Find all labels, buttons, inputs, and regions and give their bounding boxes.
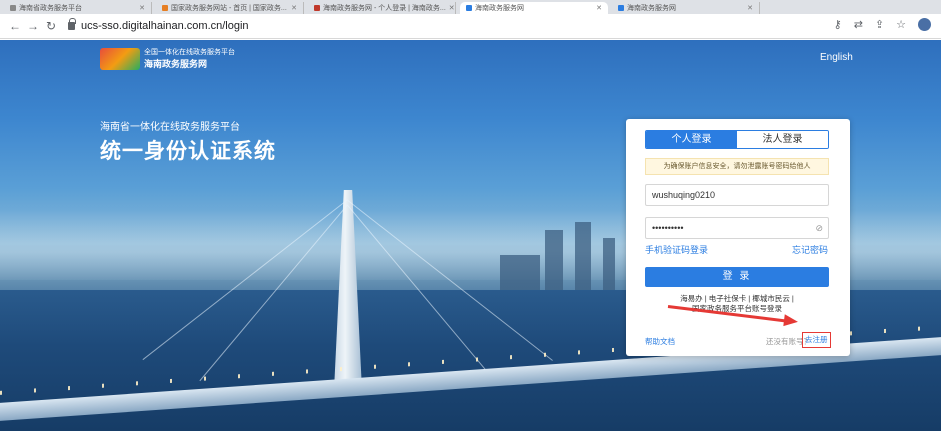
login-page: 全国一体化在线政务服务平台 海南政务服务网 English 海南省一体化在线政务… [0, 40, 941, 431]
login-panel: 个人登录 法人登录 为确保账户信息安全，请勿泄露账号密码给他人 wushuqin… [626, 119, 850, 356]
profile-avatar-icon[interactable] [918, 18, 931, 31]
skyline-building [545, 230, 563, 290]
browser-tab[interactable]: 海南省政务服务平台 ✕ [4, 2, 152, 14]
skyline-building [500, 255, 540, 290]
star-icon[interactable]: ☆ [896, 18, 906, 31]
alt-login-line1[interactable]: 海易办 | 电子社保卡 | 椰城市民云 | [645, 294, 829, 304]
browser-tab-label: 海南政务服务网 - 个人登录 | 海南政务... [323, 5, 446, 12]
browser-tab[interactable]: 海南政务服务网 ✕ [612, 2, 760, 14]
url-text[interactable]: ucs-sso.digitalhainan.com.cn/login [81, 20, 249, 32]
browser-tab-label: 海南省政务服务平台 [19, 5, 82, 12]
back-arrow-icon[interactable]: ← [6, 19, 24, 33]
tab-personal-login[interactable]: 个人登录 [646, 131, 737, 148]
register-link[interactable]: 去注册 [802, 332, 831, 348]
annotation-arrow-head [783, 314, 799, 328]
forward-arrow-icon[interactable]: → [24, 19, 42, 33]
login-button[interactable]: 登 录 [645, 267, 829, 287]
login-type-tabs: 个人登录 法人登录 [645, 130, 829, 149]
favicon-icon [618, 5, 624, 11]
browser-toolbar: ← → ↻ ucs-sso.digitalhainan.com.cn/login… [0, 14, 941, 39]
hero-title: 统一身份认证系统 [100, 140, 276, 163]
forgot-password-link[interactable]: 忘记密码 [792, 243, 828, 256]
close-icon[interactable]: ✕ [291, 4, 297, 12]
favicon-icon [314, 5, 320, 11]
password-value: •••••••••• [652, 223, 684, 233]
skyline-building [575, 222, 591, 290]
logo-line2: 海南政务服务网 [144, 59, 208, 69]
key-icon[interactable]: ⚷ [834, 18, 842, 31]
close-icon[interactable]: ✕ [139, 4, 145, 12]
eye-off-icon[interactable]: ⊘ [815, 218, 823, 238]
favicon-icon [162, 5, 168, 11]
logo-line1: 全国一体化在线政务服务平台 [144, 49, 235, 56]
sms-login-link[interactable]: 手机验证码登录 [645, 243, 708, 256]
alternative-login-options[interactable]: 海易办 | 电子社保卡 | 椰城市民云 | 国家政务服务平台账号登录 [645, 294, 829, 314]
logo-emblem-icon [100, 48, 140, 70]
translate-icon[interactable]: ⇄ [854, 18, 863, 31]
username-field[interactable]: wushuqing0210 [645, 184, 829, 206]
browser-tab[interactable]: 国家政务服务网站 - 首页 | 国家政务... ✕ [156, 2, 304, 14]
skyline-building [603, 238, 615, 290]
browser-tab-active[interactable]: 海南政务服务网 ✕ [460, 2, 608, 14]
help-docs-link[interactable]: 帮助文档 [645, 336, 675, 347]
close-icon[interactable]: ✕ [596, 4, 602, 12]
logo-text: 全国一体化在线政务服务平台 海南政务服务网 [144, 48, 235, 70]
address-bar[interactable]: ucs-sso.digitalhainan.com.cn/login [68, 18, 249, 32]
close-icon[interactable]: ✕ [449, 4, 455, 12]
toolbar-actions: ⚷ ⇄ ⇪ ☆ [834, 18, 931, 31]
favicon-icon [10, 5, 16, 11]
language-switch-link[interactable]: English [820, 52, 853, 63]
share-icon[interactable]: ⇪ [875, 18, 884, 31]
browser-tab-label: 国家政务服务网站 - 首页 | 国家政务... [171, 5, 287, 12]
hero-subtitle: 海南省一体化在线政务服务平台 [100, 122, 240, 133]
browser-tab-label: 海南政务服务网 [475, 5, 524, 12]
browser-tab[interactable]: 海南政务服务网 - 个人登录 | 海南政务... ✕ [308, 2, 456, 14]
site-logo[interactable]: 全国一体化在线政务服务平台 海南政务服务网 [100, 48, 235, 70]
security-notice: 为确保账户信息安全，请勿泄露账号密码给他人 [645, 158, 829, 175]
close-icon[interactable]: ✕ [747, 4, 753, 12]
tab-corporate-login[interactable]: 法人登录 [737, 131, 828, 148]
reload-icon[interactable]: ↻ [42, 19, 60, 33]
password-field[interactable]: •••••••••• ⊘ [645, 217, 829, 239]
browser-tab-label: 海南政务服务网 [627, 5, 676, 12]
favicon-icon [466, 5, 472, 11]
lock-icon [68, 18, 76, 30]
browser-tab-strip: 海南省政务服务平台 ✕ 国家政务服务网站 - 首页 | 国家政务... ✕ 海南政务… [0, 0, 941, 14]
